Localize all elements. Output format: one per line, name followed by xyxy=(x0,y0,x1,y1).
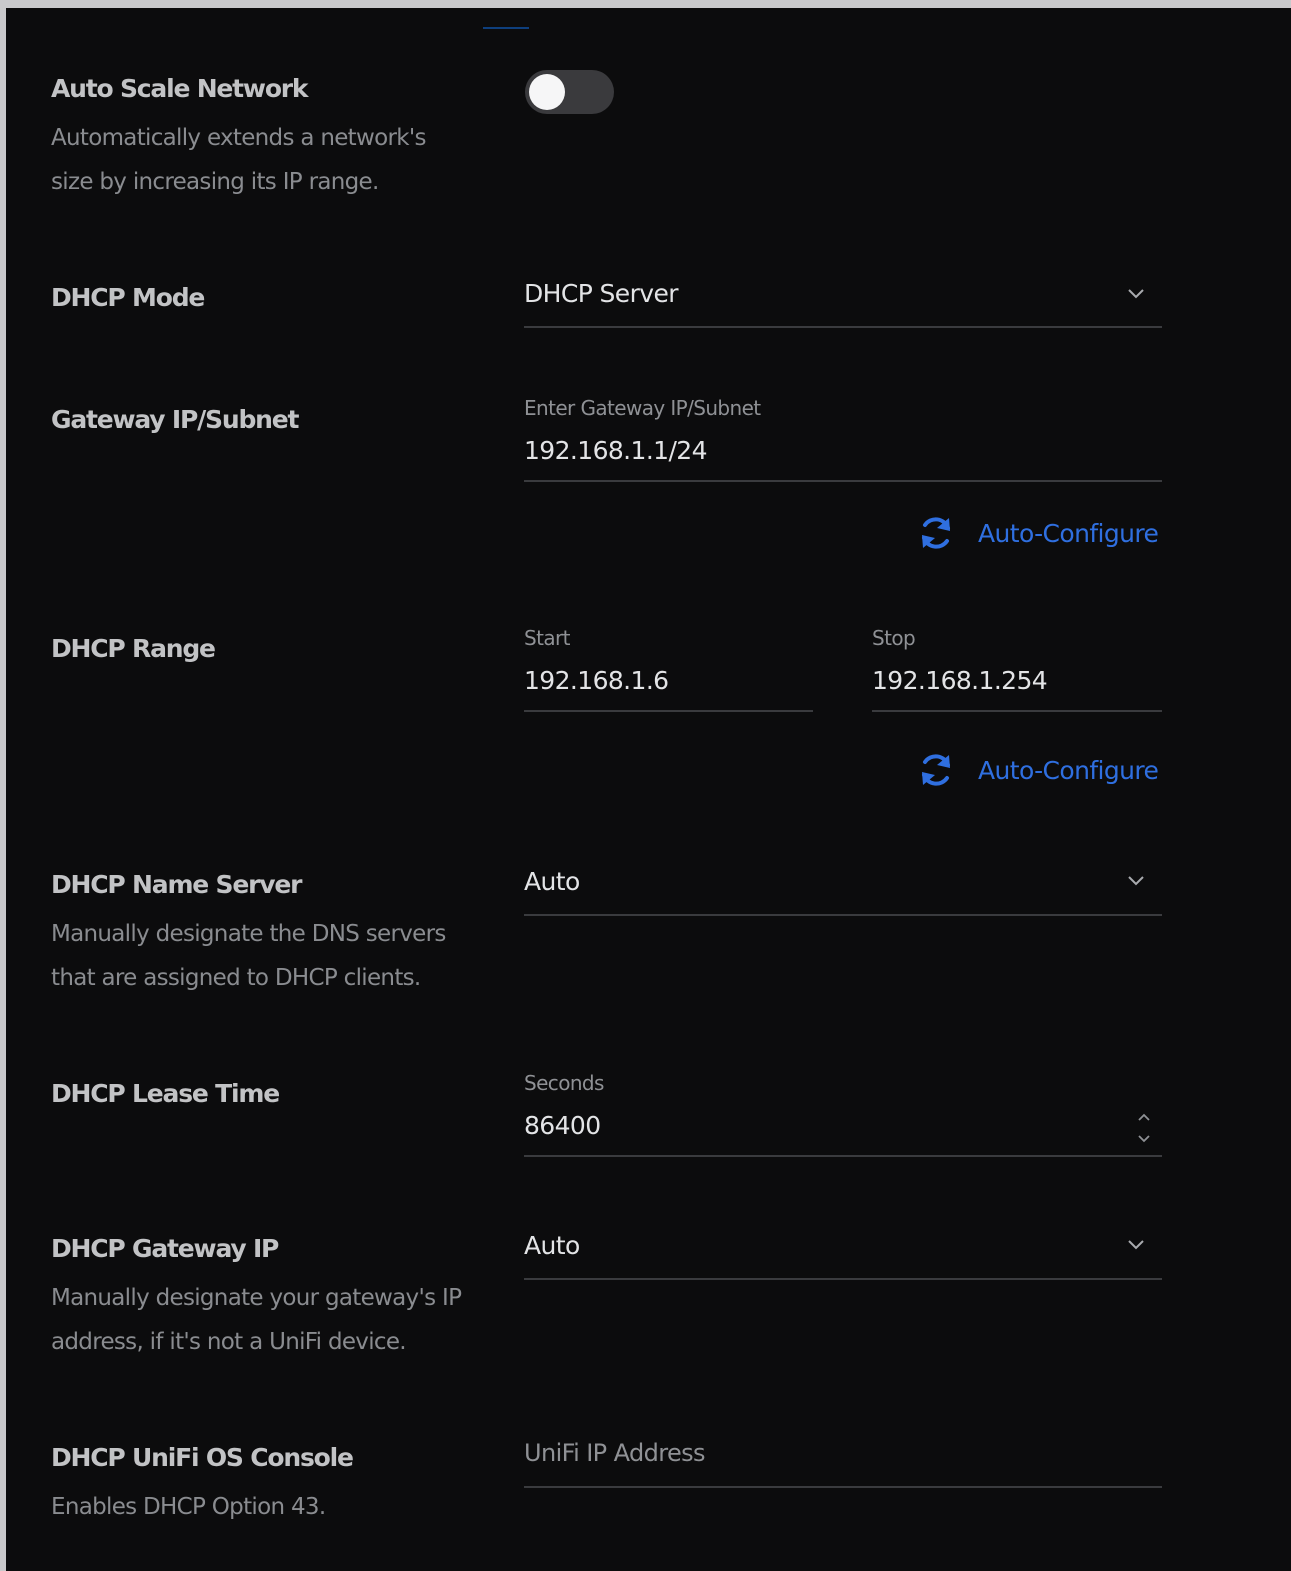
chevron-down-icon[interactable] xyxy=(1127,1238,1145,1250)
range-auto-configure-label: Auto-Configure xyxy=(978,755,1159,785)
dhcp-range-stop-value: 192.168.1.254 xyxy=(872,666,1048,695)
dhcp-range-stop-input[interactable]: Stop 192.168.1.254 xyxy=(872,624,1162,712)
chevron-down-icon[interactable] xyxy=(1127,874,1145,886)
dhcp-range-start-hint: Start xyxy=(524,626,570,650)
dhcp-mode-select[interactable]: DHCP Server xyxy=(524,270,1162,328)
unifi-console-description: Enables DHCP Option 43. xyxy=(51,1494,326,1520)
name-server-label: DHCP Name Server xyxy=(51,870,302,899)
gateway-ip-select[interactable]: Auto xyxy=(524,1222,1162,1280)
gateway-input[interactable]: Enter Gateway IP/Subnet 192.168.1.1/24 xyxy=(524,394,1162,482)
gateway-ip-description: Manually designate your gateway's IP add… xyxy=(51,1285,462,1355)
dhcp-range-label: DHCP Range xyxy=(51,634,216,663)
dhcp-range-start-value: 192.168.1.6 xyxy=(524,666,669,695)
refresh-icon xyxy=(922,517,950,549)
gateway-hint: Enter Gateway IP/Subnet xyxy=(524,396,761,420)
stepper-icon[interactable] xyxy=(1136,1111,1152,1147)
dhcp-range-stop-hint: Stop xyxy=(872,626,916,650)
refresh-icon xyxy=(922,754,950,786)
gateway-auto-configure-button[interactable]: Auto-Configure xyxy=(916,513,1159,553)
lease-time-input[interactable]: Seconds 86400 xyxy=(524,1069,1162,1157)
dhcp-range-start-input[interactable]: Start 192.168.1.6 xyxy=(524,624,813,712)
unifi-ip-placeholder: UniFi IP Address xyxy=(524,1439,706,1467)
auto-scale-toggle[interactable] xyxy=(525,70,614,114)
lease-time-value: 86400 xyxy=(524,1111,601,1140)
gateway-value: 192.168.1.1/24 xyxy=(524,436,708,465)
lease-time-label: DHCP Lease Time xyxy=(51,1079,280,1108)
name-server-value: Auto xyxy=(524,867,580,896)
gateway-ip-label: DHCP Gateway IP xyxy=(51,1234,279,1263)
dhcp-mode-label: DHCP Mode xyxy=(51,283,205,312)
lease-time-hint: Seconds xyxy=(524,1071,604,1095)
network-settings-panel: Auto Scale Network Automatically extends… xyxy=(6,8,1291,1571)
gateway-label: Gateway IP/Subnet xyxy=(51,405,299,434)
gateway-ip-value: Auto xyxy=(524,1231,580,1260)
unifi-ip-input[interactable]: UniFi IP Address xyxy=(524,1430,1162,1488)
name-server-select[interactable]: Auto xyxy=(524,858,1162,916)
auto-scale-label: Auto Scale Network xyxy=(51,74,309,103)
dhcp-mode-value: DHCP Server xyxy=(524,279,679,308)
gateway-auto-configure-label: Auto-Configure xyxy=(978,518,1159,548)
active-tab-indicator xyxy=(483,27,529,29)
unifi-console-label: DHCP UniFi OS Console xyxy=(51,1443,354,1472)
auto-scale-description: Automatically extends a network's size b… xyxy=(51,125,426,195)
name-server-description: Manually designate the DNS servers that … xyxy=(51,921,446,991)
chevron-down-icon[interactable] xyxy=(1127,287,1145,299)
toggle-knob xyxy=(529,74,565,110)
range-auto-configure-button[interactable]: Auto-Configure xyxy=(916,750,1159,790)
